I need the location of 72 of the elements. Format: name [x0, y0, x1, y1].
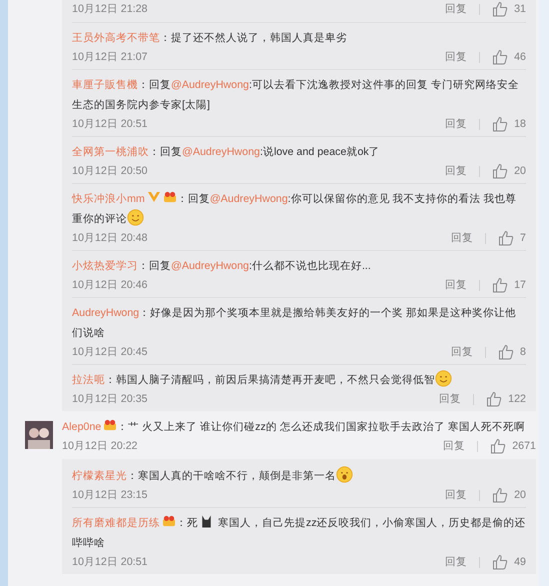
timestamp: 10月12日 20:51	[72, 555, 148, 569]
like-count: 20	[514, 165, 526, 177]
smiley-icon	[127, 209, 144, 226]
reply-text: 快乐冲浪小mm ：回复@AudreyHwong:你可以保留你的意见 我不支持你的看法 我也尊重你的评论	[72, 190, 518, 228]
comment-text: Alep0ne ：艹 火又上来了 谁让你们碰zz的 怎么还成我们国家拉歌手去政治了 寒国人死不死啊	[62, 418, 526, 435]
thumbs-up-icon[interactable]	[492, 116, 508, 132]
like-count: 20	[514, 489, 526, 501]
like-count: 18	[514, 118, 526, 130]
timestamp: 10月12日 20:51	[72, 117, 148, 131]
thumbs-up-icon[interactable]	[486, 391, 502, 407]
thumbs-up-icon[interactable]	[492, 1, 508, 17]
reply-text: 王员外高考不带笔：提了还不然人说了，韩国人真是卑劣	[72, 31, 348, 46]
reply-link[interactable]: 回复	[439, 392, 462, 406]
username-link[interactable]: Alep0ne	[62, 421, 102, 433]
timestamp: 10月12日 20:45	[72, 345, 148, 359]
reply-link[interactable]: 回复	[445, 50, 468, 64]
username-link[interactable]: 拉法呃	[72, 374, 105, 386]
username-link[interactable]: 快乐冲浪小mm	[72, 193, 145, 205]
thumbs-up-icon[interactable]	[492, 487, 508, 503]
username-link[interactable]: 小炫热爱学习	[72, 260, 138, 272]
like-count: 2671	[512, 440, 536, 452]
reply-link[interactable]: 回复	[445, 488, 468, 502]
mention-link[interactable]: @AudreyHwong	[210, 193, 288, 205]
reply-text: 所有磨难都是历练 ：死 寒国人，自己先提zz还反咬我们，小偷寒国人，历史都是偷的还哔哔啥	[72, 513, 526, 553]
mention-link[interactable]: @AudreyHwong	[171, 260, 249, 272]
thumbs-up-icon[interactable]	[490, 438, 506, 454]
timestamp: 10月12日 23:15	[72, 488, 148, 502]
reply-text: 全网第一桃浦吹：回复@AudreyHwong:说love and peace就ok了	[72, 145, 381, 160]
timestamp: 10月12日 20:50	[72, 164, 148, 178]
timestamp: 10月12日 21:07	[72, 50, 148, 64]
thumbs-up-icon[interactable]	[498, 230, 514, 246]
like-count: 8	[520, 346, 526, 358]
like-count: 49	[514, 556, 526, 568]
reply-text: 柠檬素星光：寒国人真的干啥啥不行，颠倒是非第一名	[72, 466, 526, 486]
like-count: 122	[508, 393, 526, 405]
username-link[interactable]: 柠檬素星光	[72, 470, 127, 482]
thumbs-up-icon[interactable]	[492, 49, 508, 65]
reply-link[interactable]: 回复	[445, 555, 468, 569]
timestamp: 10月12日 20:22	[62, 439, 138, 453]
timestamp: 10月12日 20:35	[72, 392, 148, 406]
reply-text: 車厘子販售機：回复@AudreyHwong:可以去看下沈逸教授对这件事的回复 专门研究网络安全生态的国务院内参专家[太陽]	[72, 78, 520, 113]
smiley-icon	[336, 466, 353, 483]
username-link[interactable]: 王员外高考不带笔	[72, 32, 160, 44]
timestamp: 10月12日 20:46	[72, 278, 148, 292]
like-count: 31	[514, 3, 526, 15]
avatar-icon	[25, 421, 53, 449]
reply-link[interactable]: 回复	[445, 117, 468, 131]
thumbs-up-icon[interactable]	[498, 344, 514, 360]
reply-link[interactable]: 回复	[443, 439, 466, 453]
reply-link[interactable]: 回复	[451, 231, 474, 245]
smiley-icon	[435, 370, 452, 387]
reply-text: 拉法呃：韩国人脑子清醒吗，前因后果搞清楚再开麦吧，不然只会觉得低智	[72, 370, 526, 390]
mention-link[interactable]: @AudreyHwong	[171, 79, 249, 91]
like-count: 7	[520, 232, 526, 244]
username-link[interactable]: 所有磨难都是历练	[72, 517, 160, 529]
reply-link[interactable]: 回复	[445, 2, 468, 16]
timestamp: 10月12日 21:28	[72, 2, 148, 16]
like-count: 17	[514, 279, 526, 291]
mention-link[interactable]: @AudreyHwong	[182, 146, 260, 158]
thumbs-up-icon[interactable]	[492, 163, 508, 179]
like-count: 46	[514, 51, 526, 63]
username-link[interactable]: AudreyHwong	[72, 307, 140, 319]
username-link[interactable]: 車厘子販售機	[72, 79, 138, 91]
reply-text: 小炫热爱学习：回复@AudreyHwong:什么都不说也比现在好...	[72, 259, 372, 274]
timestamp: 10月12日 20:48	[72, 231, 148, 245]
reply-link[interactable]: 回复	[445, 164, 468, 178]
thumbs-up-icon[interactable]	[492, 554, 508, 570]
thumbs-up-icon[interactable]	[492, 277, 508, 293]
reply-text: AudreyHwong：好像是因为那个奖项本里就是搬给韩美友好的一个奖 那如果是这种奖你让他们说啥	[72, 306, 518, 341]
reply-link[interactable]: 回复	[451, 345, 474, 359]
username-link[interactable]: 全网第一桃浦吹	[72, 146, 149, 158]
reply-link[interactable]: 回复	[445, 278, 468, 292]
